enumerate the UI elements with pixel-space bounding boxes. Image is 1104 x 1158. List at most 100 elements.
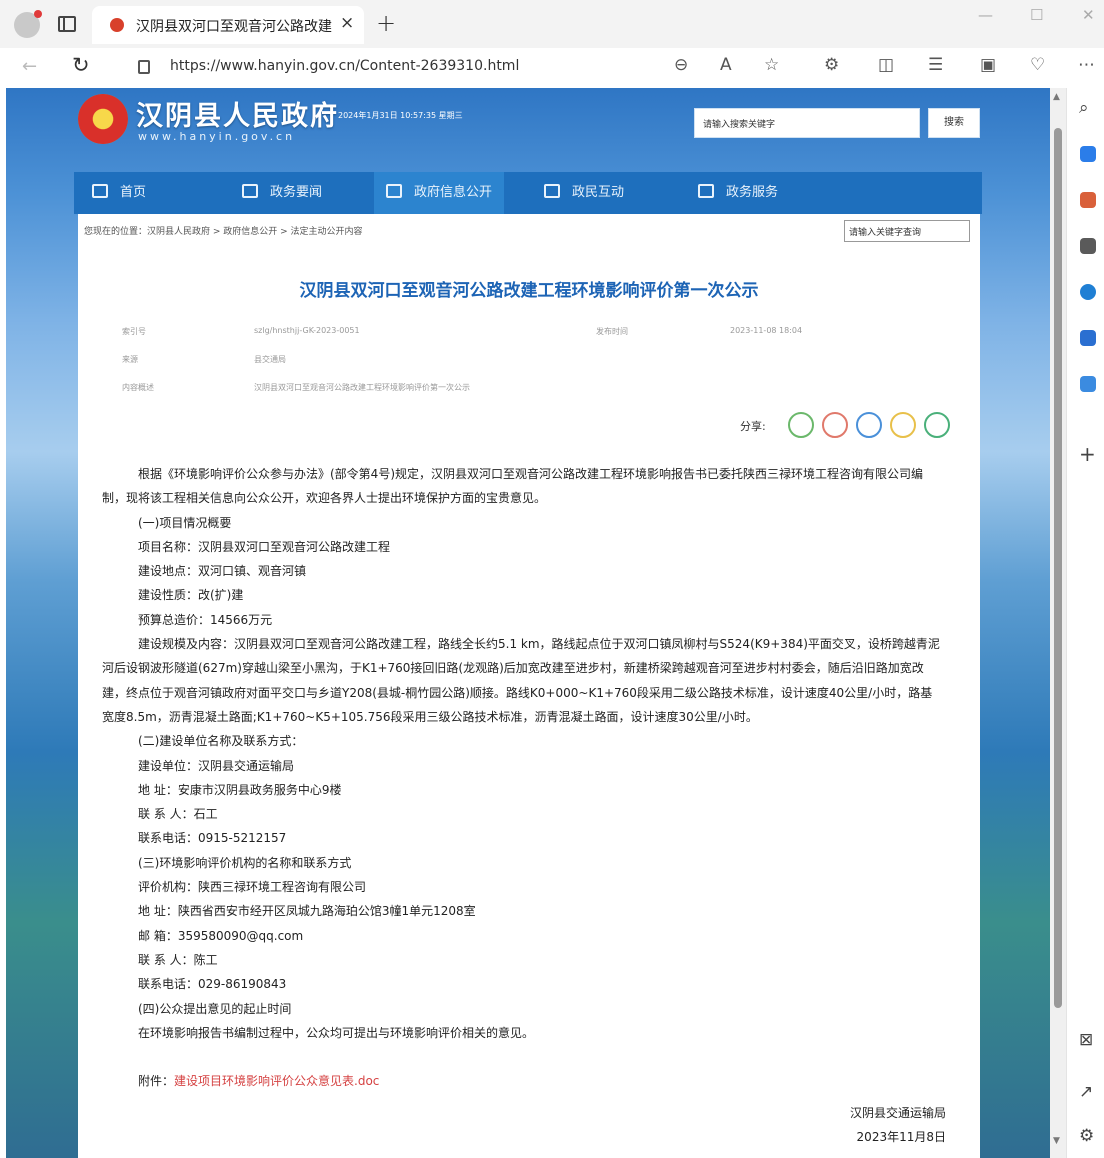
page-scrollbar[interactable]: ▲ ▼: [1050, 88, 1066, 1158]
sidebar-open-icon[interactable]: ↗: [1079, 1082, 1093, 1102]
body-paragraph: 根据《环境影响评价公众参与办法》(部令第4号)规定，汉阴县双河口至观音河公路改建…: [138, 467, 924, 481]
attachment-label: 附件：: [138, 1074, 175, 1089]
body-paragraph: 预算总造价：14566万元: [138, 612, 273, 627]
sidebar-games-icon[interactable]: [1080, 238, 1096, 254]
nav-item-home[interactable]: 首页: [92, 172, 146, 214]
meta-source-label: 来源: [122, 355, 138, 364]
tab-close-button[interactable]: ×: [340, 13, 354, 33]
site-datetime: 2024年1月31日 10:57:35 星期三: [338, 111, 463, 120]
weibo-share-icon[interactable]: [822, 412, 848, 438]
tab-title: 汉阴县双河口至观音河公路改建: [136, 19, 332, 35]
article-body: 根据《环境影响评价公众参与办法》(部令第4号)规定，汉阴县双河口至观音河公路改建…: [102, 462, 946, 1093]
meta-source-value: 县交通局: [254, 355, 286, 364]
service-icon: [698, 184, 714, 198]
reload-icon[interactable]: ↻: [72, 53, 90, 77]
sidebar-tag-icon[interactable]: [1080, 146, 1096, 162]
sidebar-add-icon[interactable]: +: [1079, 442, 1096, 466]
info-icon: [386, 184, 402, 198]
body-paragraph: 评价机构：陕西三禄环境工程咨询有限公司: [138, 880, 367, 895]
sidebar-office-icon[interactable]: [1080, 284, 1096, 300]
nav-item-info-public[interactable]: 政府信息公开: [374, 172, 505, 214]
body-paragraph: (二)建设单位名称及联系方式：: [138, 734, 304, 749]
main-nav: 首页 政务要闻 政府信息公开 政民互动 政务服务: [74, 172, 982, 214]
body-paragraph: (一)项目情况概要: [138, 515, 232, 530]
address-bar: ← ↻ https://www.hanyin.gov.cn/Content-26…: [0, 48, 1104, 88]
share-label: 分享:: [740, 420, 766, 433]
meta-summary-label: 内容概述: [122, 383, 154, 392]
body-paragraph: 建设地点：双河口镇、观音河镇: [138, 564, 307, 579]
nav-item-interaction[interactable]: 政民互动: [544, 172, 624, 214]
douban-share-icon[interactable]: [924, 412, 950, 438]
split-screen-icon[interactable]: ◫: [878, 55, 894, 75]
nav-item-service[interactable]: 政务服务: [698, 172, 778, 214]
collections-icon[interactable]: ▣: [980, 55, 996, 75]
nav-item-news[interactable]: 政务要闻: [242, 172, 322, 214]
body-paragraph: 地 址：陕西省西安市经开区凤城九路海珀公馆3幢1单元1208室: [138, 904, 476, 919]
site-name[interactable]: 汉阴县人民政府: [136, 94, 339, 133]
keyword-search-input[interactable]: 请输入关键字查询: [844, 220, 970, 242]
wechat-share-icon[interactable]: [788, 412, 814, 438]
more-menu-icon[interactable]: ⋯: [1078, 55, 1095, 75]
back-arrow-icon[interactable]: ←: [22, 56, 37, 77]
sidebar-outlook-icon[interactable]: [1080, 330, 1096, 346]
sidebar-shopping-icon[interactable]: [1080, 192, 1096, 208]
body-paragraph: (三)环境影响评价机构的名称和联系方式: [138, 855, 352, 870]
attachment-line: 附件：建设项目环境影响评价公众意见表.doc: [118, 1069, 946, 1093]
national-emblem-icon: [78, 94, 128, 144]
scroll-down-icon[interactable]: ▼: [1053, 1136, 1060, 1146]
sidebar-settings-icon[interactable]: ⚙: [1079, 1126, 1094, 1146]
body-paragraph: 在环境影响报告书编制过程中，公众均可提出与环境影响评价相关的意见。: [138, 1025, 535, 1040]
browser-essentials-icon[interactable]: ♡: [1030, 55, 1045, 75]
profile-avatar-icon[interactable]: [14, 10, 42, 38]
favorite-star-icon[interactable]: ☆: [764, 55, 779, 75]
site-search-input[interactable]: 请输入搜索关键字: [694, 108, 920, 138]
url-input[interactable]: https://www.hanyin.gov.cn/Content-263931…: [170, 58, 519, 74]
new-tab-button[interactable]: +: [376, 9, 396, 37]
body-paragraph: 建设规模及内容：汉阴县双河口至观音河公路改建工程，路线全长约5.1 km，路线起…: [138, 637, 940, 652]
sidebar-send-icon[interactable]: [1080, 376, 1096, 392]
body-paragraph: 联 系 人：石工: [138, 807, 218, 822]
tab-actions-icon[interactable]: [58, 16, 76, 32]
meta-index-value: szlg/hnsthjj-GK-2023-0051: [254, 326, 360, 335]
qq-share-icon[interactable]: [856, 412, 882, 438]
body-paragraph: 邮 箱：359580090@qq.com: [138, 928, 304, 943]
site-search-button[interactable]: 搜索: [928, 108, 980, 138]
breadcrumb[interactable]: 您现在的位置：汉阴县人民政府 > 政府信息公开 > 法定主动公开内容: [84, 224, 363, 237]
body-paragraph: 联 系 人：陈工: [138, 952, 218, 967]
signature-org: 汉阴县交通运输局: [849, 1106, 946, 1120]
article-title: 汉阴县双河口至观音河公路改建工程环境影响评价第一次公示: [299, 281, 759, 301]
browser-sidebar: ⌕ + ⊠ ↗ ⚙: [1066, 88, 1104, 1158]
window-close-button[interactable]: ✕: [1082, 6, 1095, 24]
home-icon: [92, 184, 108, 198]
nav-label: 政民互动: [572, 185, 625, 200]
body-paragraph: (四)公众提出意见的起止时间: [138, 1001, 292, 1016]
lock-icon[interactable]: [138, 60, 150, 74]
read-aloud-icon[interactable]: A: [720, 55, 732, 75]
browser-tab-bar: 汉阴县双河口至观音河公路改建 × + — ☐ ✕: [0, 0, 1104, 48]
browser-tab[interactable]: 汉阴县双河口至观音河公路改建 ×: [92, 6, 364, 44]
sidebar-screenshot-icon[interactable]: ⊠: [1079, 1030, 1093, 1050]
nav-label: 政务要闻: [270, 185, 323, 200]
favorites-icon[interactable]: ☰: [928, 55, 943, 75]
news-icon: [242, 184, 258, 198]
body-paragraph: 河后设钢波形隧道(627m)穿越山梁至小黑沟，于K1+760接回旧路(龙观路)后…: [102, 661, 924, 676]
nav-label: 首页: [120, 185, 147, 200]
body-paragraph: 地 址：安康市汉阴县政务服务中心9楼: [138, 782, 342, 797]
body-paragraph: 制，现将该工程相关信息向公众公开，欢迎各界人士提出环境保护方面的宝贵意见。: [102, 491, 547, 506]
meta-date-label: 发布时间: [596, 327, 628, 336]
qzone-share-icon[interactable]: [890, 412, 916, 438]
extensions-icon[interactable]: ⚙: [824, 55, 839, 75]
attachment-link[interactable]: 建设项目环境影响评价公众意见表.doc: [174, 1074, 379, 1088]
body-paragraph: 宽度8.5m，沥青混凝土路面;K1+760~K5+105.756段采用三级公路技…: [102, 709, 758, 724]
zoom-out-icon[interactable]: ⊖: [674, 55, 688, 75]
scroll-up-icon[interactable]: ▲: [1053, 92, 1060, 102]
meta-date-value: 2023-11-08 18:04: [730, 326, 803, 335]
scroll-thumb[interactable]: [1054, 128, 1062, 1008]
article-container: 您现在的位置：汉阴县人民政府 > 政府信息公开 > 法定主动公开内容 请输入关键…: [78, 214, 980, 1158]
window-minimize-button[interactable]: —: [978, 6, 993, 24]
sidebar-search-icon[interactable]: ⌕: [1079, 98, 1089, 118]
window-maximize-button[interactable]: ☐: [1030, 6, 1043, 24]
nav-label: 政府信息公开: [414, 185, 493, 200]
site-favicon-icon: [110, 18, 124, 32]
body-paragraph: 建设性质：改(扩)建: [138, 588, 244, 603]
